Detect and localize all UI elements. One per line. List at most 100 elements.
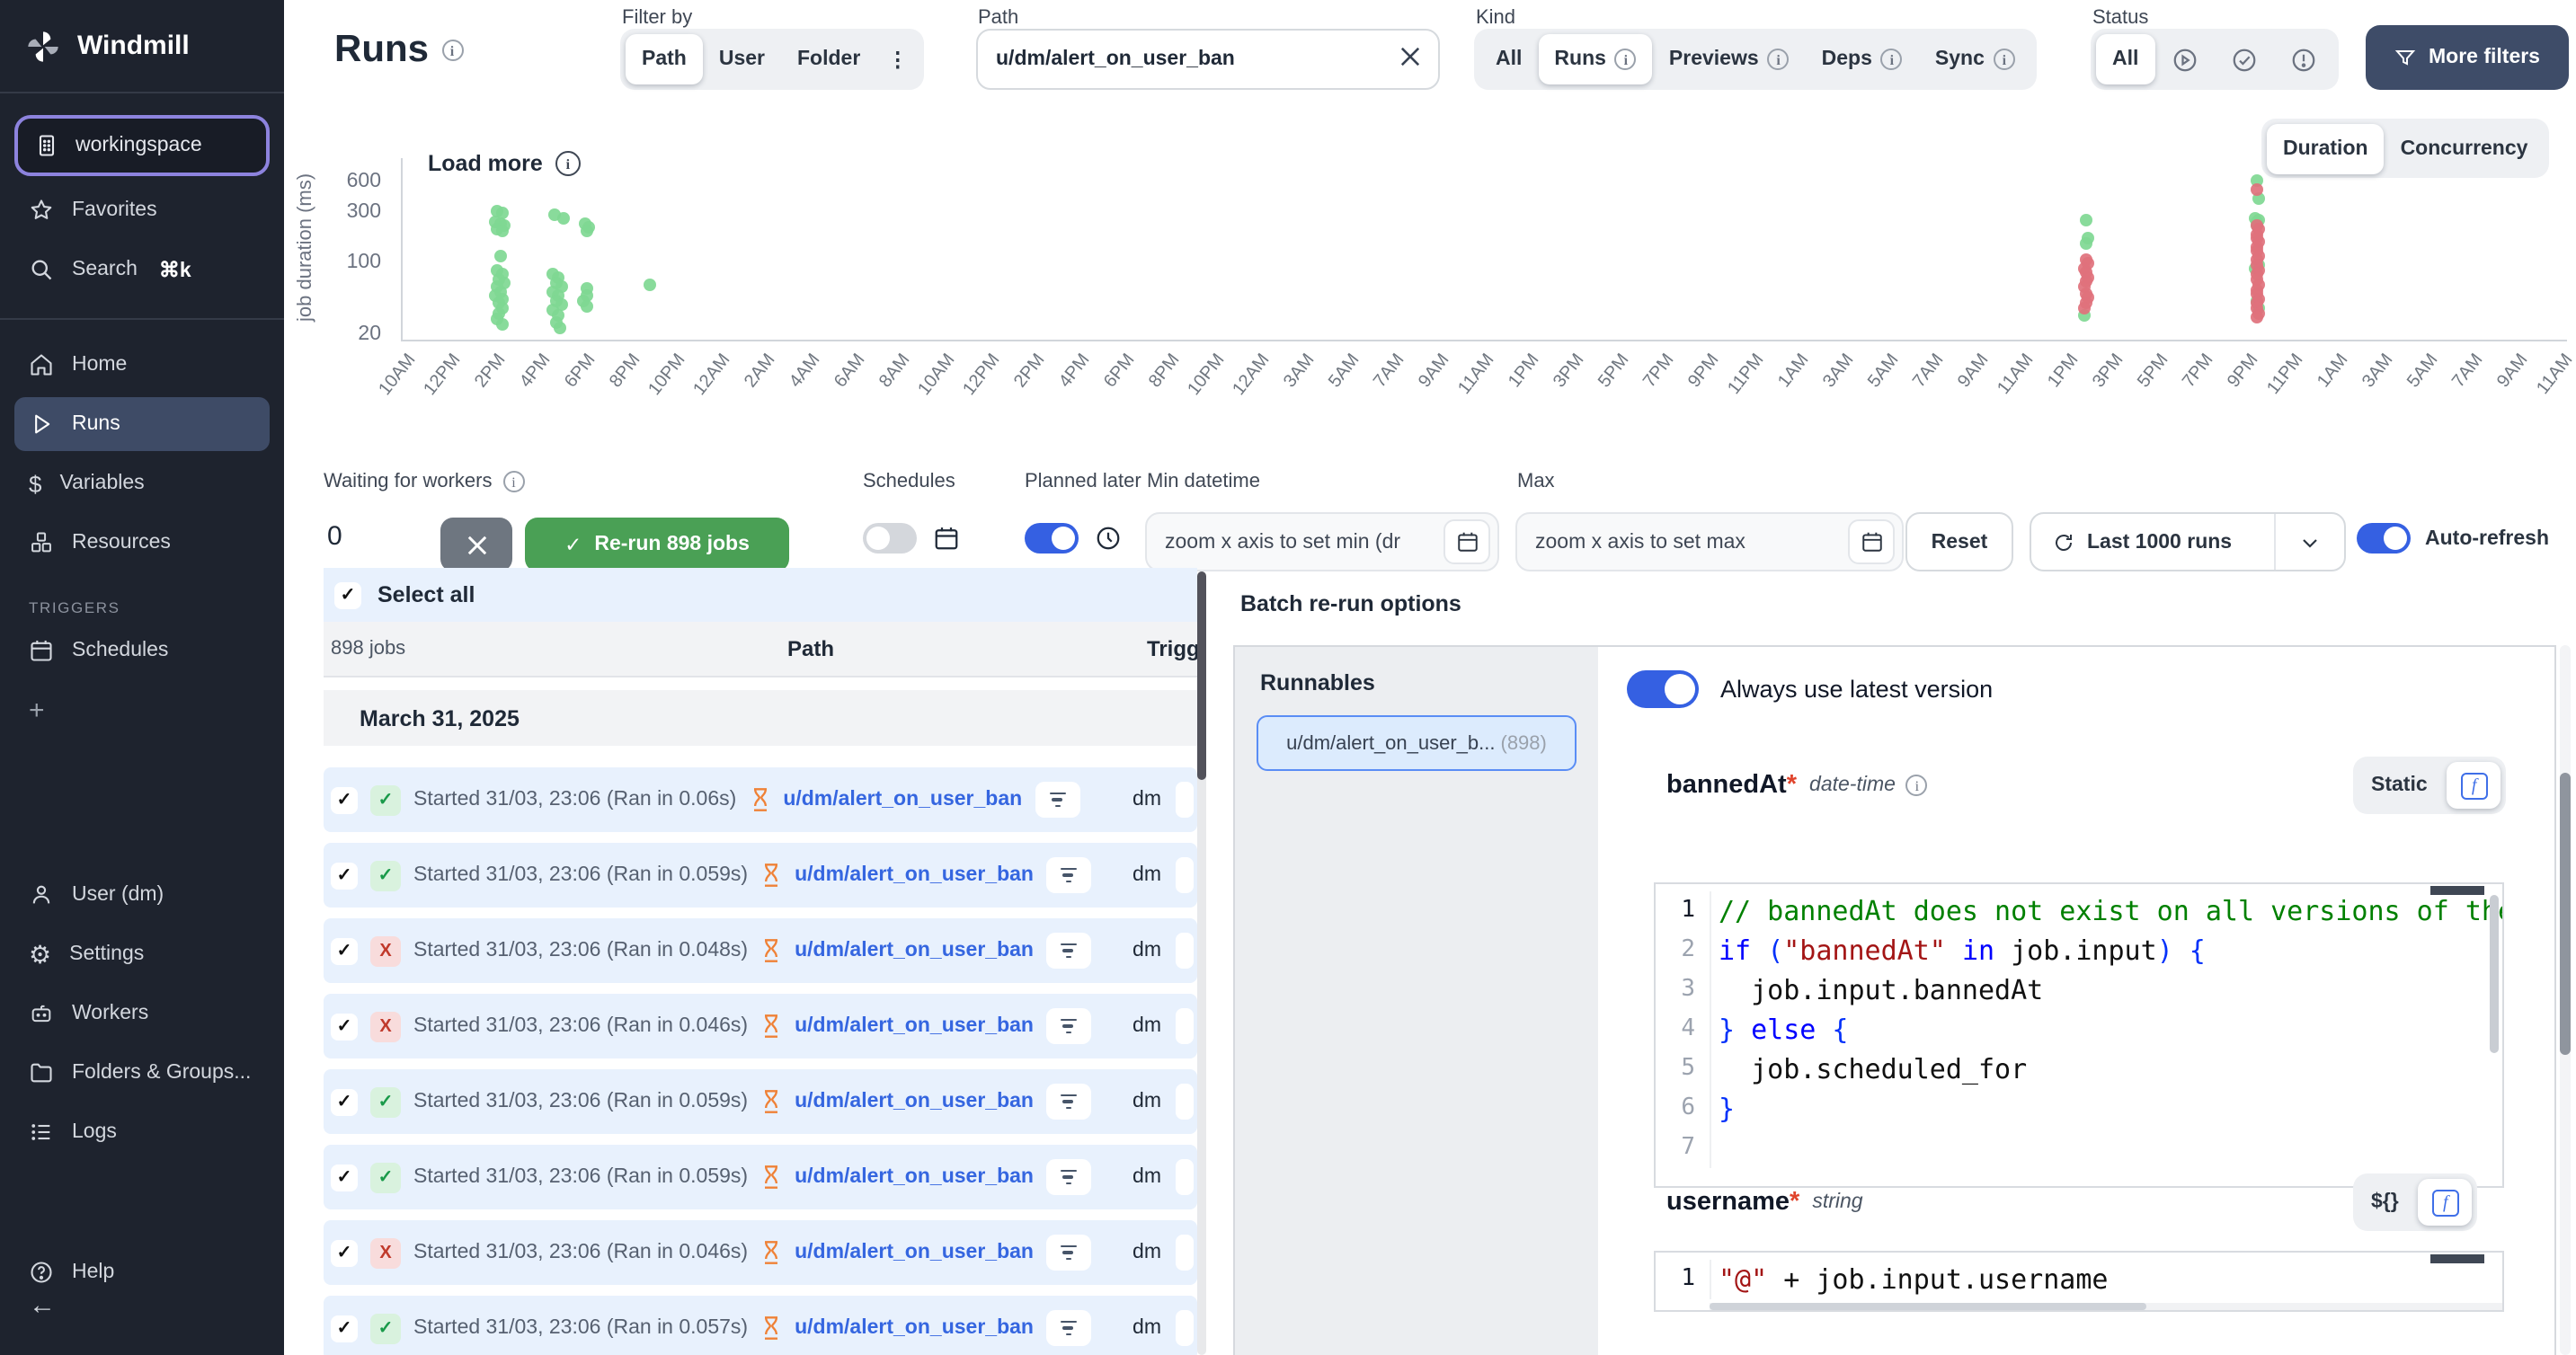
job-path-link[interactable]: u/dm/alert_on_user_ban — [795, 1091, 1034, 1112]
more-filters-button[interactable]: More filters — [2366, 25, 2569, 90]
editor-hscrollbar[interactable] — [1710, 1303, 2502, 1310]
sidebar-item-workers[interactable]: Workers — [14, 987, 270, 1041]
sidebar-item-user-dm-[interactable]: User (dm) — [14, 868, 270, 922]
scatter-point-success[interactable] — [2080, 214, 2092, 226]
row-checkbox[interactable]: ✓ — [331, 1315, 358, 1342]
editor-hscroll-indicator[interactable] — [2430, 886, 2484, 895]
path-input[interactable]: u/dm/alert_on_user_ban — [976, 29, 1440, 90]
sidebar-item-resources[interactable]: Resources — [14, 516, 270, 570]
sidebar-item-runs[interactable]: Runs — [14, 397, 270, 451]
code-editor-bannedAt[interactable]: 1// bannedAt does not exist on all versi… — [1654, 882, 2504, 1188]
reset-button[interactable]: Reset — [1905, 512, 2013, 571]
row-action-stub[interactable] — [1176, 1310, 1194, 1346]
max-calendar-button[interactable] — [1848, 519, 1895, 564]
kind-option-deps[interactable]: Depsi — [1806, 34, 1919, 84]
sidebar-item-logs[interactable]: Logs — [14, 1105, 270, 1159]
editor-hscroll-indicator[interactable] — [2430, 1254, 2484, 1263]
cancel-selection-button[interactable] — [440, 518, 512, 571]
mode-option-function[interactable]: f — [2447, 762, 2501, 809]
status-option-check-circle[interactable] — [2214, 34, 2273, 84]
scatter-point-failure[interactable] — [2251, 311, 2263, 323]
kind-option-sync[interactable]: Synci — [1919, 34, 2031, 84]
row-action-stub[interactable] — [1176, 1235, 1194, 1271]
job-path-link[interactable]: u/dm/alert_on_user_ban — [795, 1242, 1034, 1263]
row-action-stub[interactable] — [1176, 1008, 1194, 1044]
min-datetime-input[interactable]: zoom x axis to set min (dr — [1145, 512, 1499, 571]
job-row[interactable]: ✓XStarted 31/03, 23:06 (Ran in 0.046s)u/… — [324, 1220, 1197, 1285]
job-path-link[interactable]: u/dm/alert_on_user_ban — [795, 864, 1034, 886]
tab-concurrency[interactable]: Concurrency — [2385, 123, 2545, 173]
sidebar-item-add[interactable]: + — [14, 683, 270, 737]
kind-option-previews[interactable]: Previewsi — [1653, 34, 1806, 84]
rerun-jobs-button[interactable]: ✓ Re-run 898 jobs — [525, 518, 789, 571]
row-filter-button[interactable] — [1046, 1310, 1091, 1346]
filter-by-option-path[interactable]: Path — [626, 34, 703, 84]
planned-later-toggle[interactable] — [1025, 523, 1079, 554]
always-latest-toggle[interactable] — [1627, 670, 1699, 708]
sidebar-item-favorites[interactable]: Favorites — [14, 183, 270, 237]
scatter-point-success[interactable] — [494, 250, 507, 262]
scatter-point-success[interactable] — [554, 322, 566, 334]
row-checkbox[interactable]: ✓ — [331, 862, 358, 889]
jobs-scrollbar-thumb[interactable] — [1197, 571, 1206, 780]
mode-option-function[interactable]: f — [2419, 1179, 2473, 1226]
schedules-toggle[interactable] — [863, 523, 917, 554]
job-row[interactable]: ✓✓Started 31/03, 23:06 (Ran in 0.059s)u/… — [324, 843, 1197, 908]
status-option-play-circle[interactable] — [2154, 34, 2214, 84]
sidebar-item-search[interactable]: Search⌘k — [14, 243, 270, 297]
code-editor-username[interactable]: 1"@" + job.input.username — [1654, 1251, 2504, 1312]
row-filter-button[interactable] — [1046, 1235, 1091, 1271]
job-path-link[interactable]: u/dm/alert_on_user_ban — [783, 789, 1022, 810]
last-runs-button[interactable]: Last 1000 runs — [2030, 512, 2346, 571]
row-action-stub[interactable] — [1176, 1159, 1194, 1195]
row-filter-button[interactable] — [1046, 1008, 1091, 1044]
row-checkbox[interactable]: ✓ — [331, 937, 358, 964]
status-option-all[interactable]: All — [2096, 34, 2154, 84]
scatter-point-success[interactable] — [2080, 237, 2092, 250]
scatter-point-success[interactable] — [644, 279, 656, 291]
row-checkbox[interactable]: ✓ — [331, 1013, 358, 1040]
job-row[interactable]: ✓XStarted 31/03, 23:06 (Ran in 0.046s)u/… — [324, 994, 1197, 1058]
sidebar-item-schedules[interactable]: Schedules — [14, 624, 270, 678]
row-filter-button[interactable] — [1046, 857, 1091, 893]
scatter-point-success[interactable] — [580, 225, 592, 237]
scatter-point-success[interactable] — [581, 300, 593, 313]
scatter-point-success[interactable] — [496, 226, 509, 238]
job-path-link[interactable]: u/dm/alert_on_user_ban — [795, 1166, 1034, 1188]
filter-by-option-user[interactable]: User — [703, 34, 781, 84]
row-filter-button[interactable] — [1046, 1084, 1091, 1120]
row-action-stub[interactable] — [1176, 857, 1194, 893]
sidebar-item-variables[interactable]: $Variables — [14, 456, 270, 510]
row-checkbox[interactable]: ✓ — [331, 1239, 358, 1266]
sidebar-item-home[interactable]: Home — [14, 338, 270, 392]
filter-by-option-folder[interactable]: Folder — [781, 34, 876, 84]
job-path-link[interactable]: u/dm/alert_on_user_ban — [795, 1015, 1034, 1037]
job-row[interactable]: ✓XStarted 31/03, 23:06 (Ran in 0.048s)u/… — [324, 918, 1197, 983]
job-path-link[interactable]: u/dm/alert_on_user_ban — [795, 940, 1034, 961]
row-filter-button[interactable] — [1046, 933, 1091, 969]
scatter-point-success[interactable] — [496, 318, 509, 331]
workspace-selector[interactable]: workingspace — [14, 115, 270, 176]
batch-scrollbar-thumb[interactable] — [2560, 773, 2571, 1055]
job-row[interactable]: ✓✓Started 31/03, 23:06 (Ran in 0.06s)u/d… — [324, 767, 1197, 832]
row-filter-button[interactable] — [1046, 1159, 1091, 1195]
max-datetime-input[interactable]: zoom x axis to set max — [1515, 512, 1904, 571]
clear-path-icon[interactable] — [1400, 47, 1420, 72]
row-action-stub[interactable] — [1176, 1084, 1194, 1120]
sidebar-item-folders-groups-[interactable]: Folders & Groups... — [14, 1046, 270, 1100]
row-checkbox[interactable]: ✓ — [331, 1088, 358, 1115]
job-row[interactable]: ✓✓Started 31/03, 23:06 (Ran in 0.059s)u/… — [324, 1069, 1197, 1134]
mode-option-[interactable]: ${} — [2358, 1191, 2412, 1213]
sidebar-item-settings[interactable]: ⚙Settings — [14, 927, 270, 981]
row-action-stub[interactable] — [1176, 933, 1194, 969]
scatter-point-success[interactable] — [557, 213, 570, 226]
min-calendar-button[interactable] — [1443, 519, 1490, 564]
job-row[interactable]: ✓✓Started 31/03, 23:06 (Ran in 0.057s)u/… — [324, 1296, 1197, 1355]
status-option-alert-circle[interactable] — [2273, 34, 2332, 84]
kind-option-runs[interactable]: Runsi — [1538, 34, 1653, 84]
last-runs-dropdown-button[interactable] — [2276, 531, 2344, 553]
filter-by-more-icon[interactable]: ⋮ — [876, 34, 919, 84]
select-all-checkbox[interactable]: ✓ — [334, 581, 361, 608]
row-checkbox[interactable]: ✓ — [331, 786, 358, 813]
job-path-link[interactable]: u/dm/alert_on_user_ban — [795, 1317, 1034, 1339]
